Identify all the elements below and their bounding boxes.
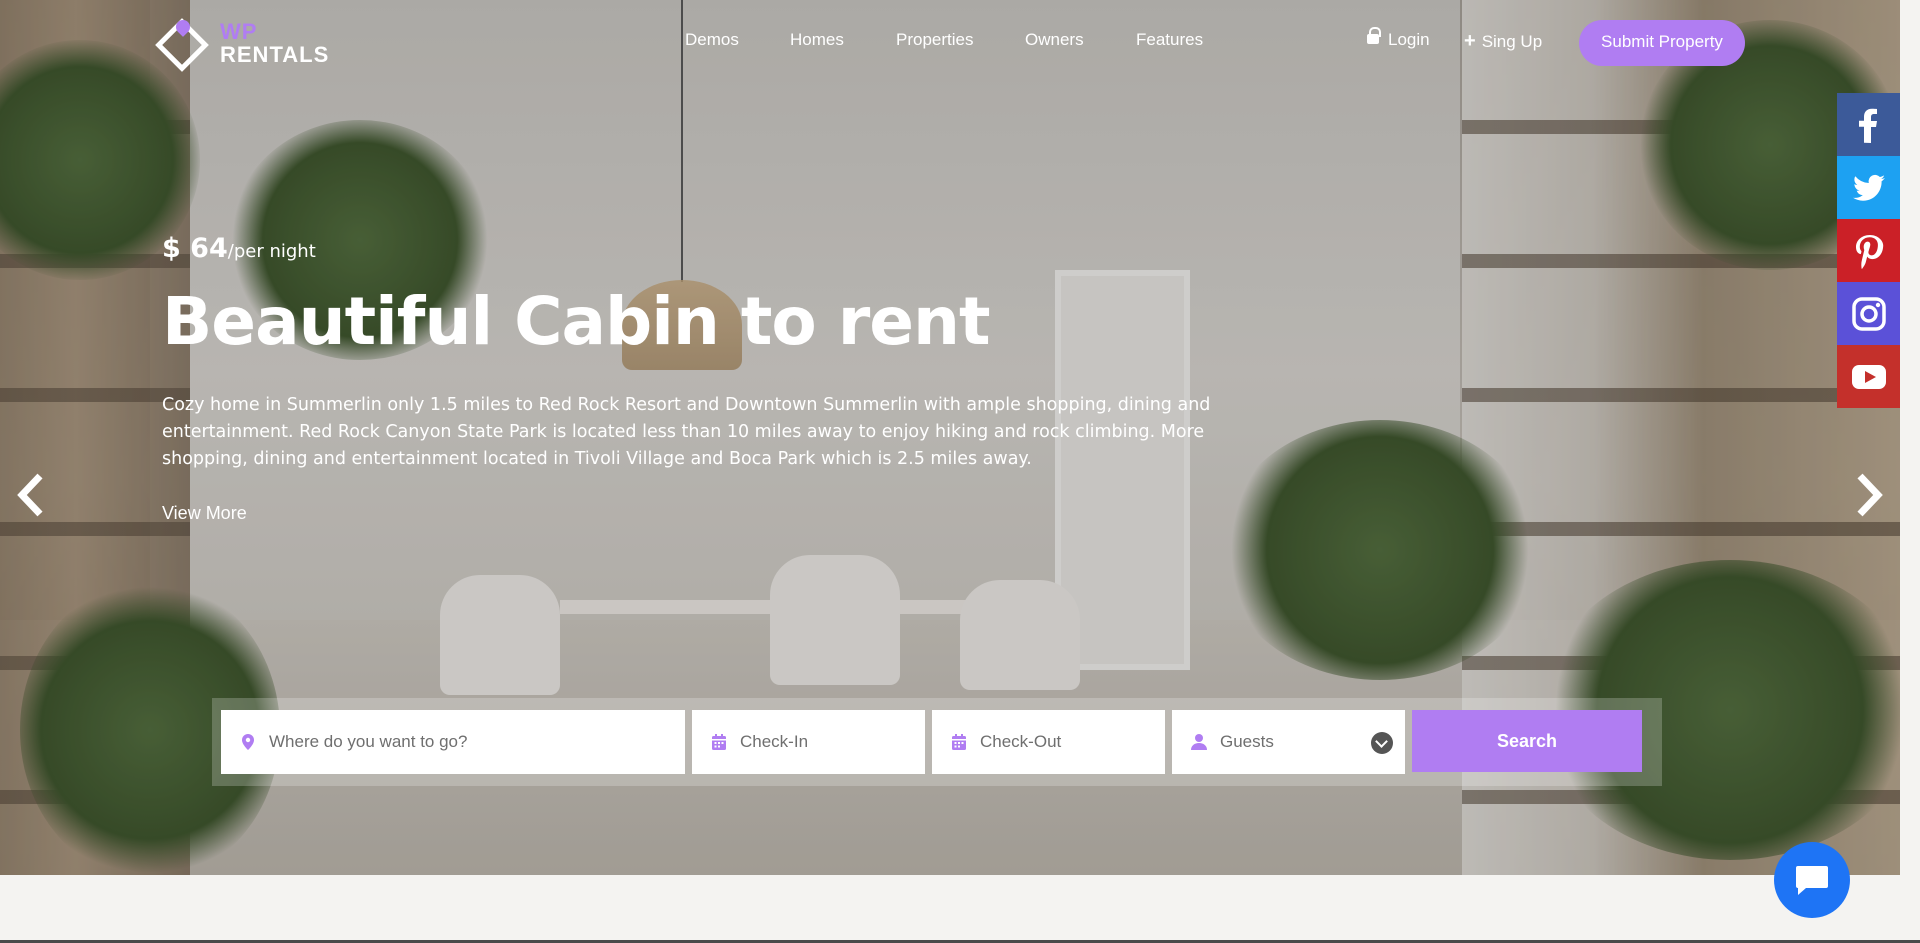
youtube-icon	[1851, 364, 1886, 389]
instagram-button[interactable]	[1837, 282, 1900, 345]
twitter-icon	[1852, 174, 1885, 201]
price: $ 64/per night	[162, 233, 316, 264]
nav-features[interactable]: Features	[1136, 30, 1203, 50]
chevron-left-icon	[17, 473, 43, 517]
logo-text-bottom: RENTALS	[220, 42, 330, 67]
checkin-placeholder: Check-In	[740, 732, 809, 751]
instagram-icon	[1851, 296, 1886, 331]
carousel-prev-button[interactable]	[14, 472, 50, 518]
price-unit: /per night	[227, 241, 316, 262]
chevron-down-icon	[1371, 732, 1393, 754]
nav-homes[interactable]: Homes	[790, 30, 844, 50]
nav-demos[interactable]: Demos	[685, 30, 739, 50]
chat-bubble-icon	[1796, 866, 1828, 895]
hero-title: Beautiful Cabin to rent	[162, 283, 991, 360]
map-pin-icon	[242, 734, 254, 750]
pinterest-icon	[1855, 234, 1883, 269]
carousel-next-button[interactable]	[1850, 472, 1886, 518]
lock-icon	[1367, 27, 1381, 44]
signup-link[interactable]: + Sing Up	[1464, 30, 1542, 53]
login-link[interactable]: Login	[1367, 27, 1430, 50]
user-icon	[1191, 734, 1207, 750]
social-share-bar	[1837, 93, 1900, 408]
signup-label: Sing Up	[1481, 32, 1543, 51]
plus-icon: +	[1464, 30, 1476, 52]
view-more-link[interactable]: View More	[162, 503, 247, 524]
checkout-input[interactable]: Check-Out	[932, 710, 1165, 774]
destination-placeholder: Where do you want to go?	[269, 732, 468, 751]
guests-placeholder: Guests	[1220, 732, 1274, 751]
twitter-button[interactable]	[1837, 156, 1900, 219]
search-bar: Where do you want to go? Check-In Check-…	[212, 698, 1662, 786]
site-logo[interactable]: WP RENTALS	[155, 17, 328, 72]
facebook-icon	[1858, 108, 1877, 143]
nav-owners[interactable]: Owners	[1025, 30, 1084, 50]
destination-input[interactable]: Where do you want to go?	[221, 710, 685, 774]
calendar-icon	[952, 734, 966, 750]
facebook-button[interactable]	[1837, 93, 1900, 156]
nav-properties[interactable]: Properties	[896, 30, 973, 50]
hero-description: Cozy home in Summerlin only 1.5 miles to…	[162, 395, 1211, 469]
checkin-input[interactable]: Check-In	[692, 710, 925, 774]
chevron-right-icon	[1857, 473, 1883, 517]
checkout-placeholder: Check-Out	[980, 732, 1062, 751]
search-button[interactable]: Search	[1412, 710, 1642, 772]
youtube-button[interactable]	[1837, 345, 1900, 408]
calendar-icon	[712, 734, 726, 750]
submit-property-button[interactable]: Submit Property	[1579, 20, 1745, 66]
login-label: Login	[1388, 30, 1430, 49]
pinterest-button[interactable]	[1837, 219, 1900, 282]
price-amount: $ 64	[162, 233, 228, 264]
chat-button[interactable]	[1774, 842, 1850, 918]
guests-select[interactable]: Guests	[1172, 710, 1405, 774]
